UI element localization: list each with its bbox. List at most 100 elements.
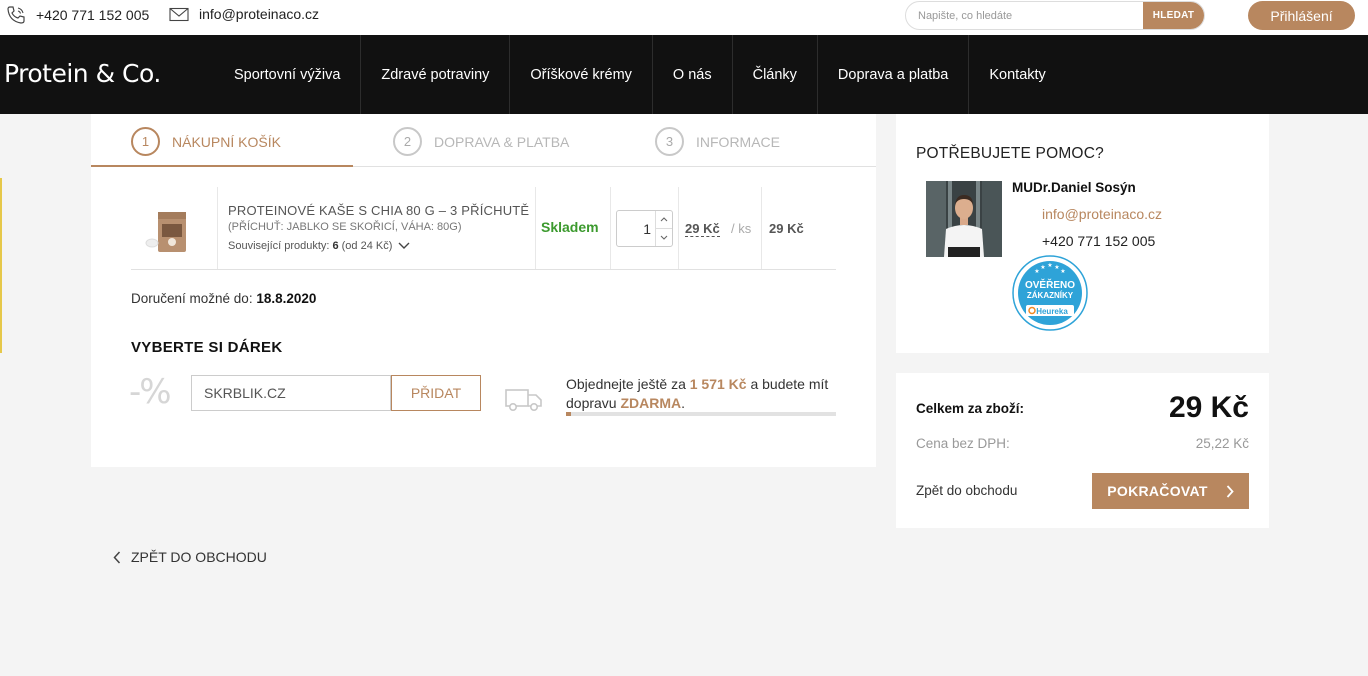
delivery-date: 18.8.2020 — [256, 291, 317, 306]
badge-line1: OVĚŘENO — [1025, 278, 1075, 291]
nav-item-sportovni-vyziva[interactable]: Sportovní výživa — [214, 35, 362, 114]
quantity-stepper — [616, 210, 673, 247]
free-shipping-message: Objednejte ještě za 1 571 Kč a budete mí… — [566, 375, 841, 413]
advisor-name: MUDr.Daniel Sosýn — [1012, 180, 1136, 195]
shipping-remaining-amount: 1 571 Kč — [689, 376, 747, 392]
chevron-down-icon — [398, 242, 410, 249]
order-summary-panel: Celkem za zboží: 29 Kč Cena bez DPH: 25,… — [896, 373, 1269, 528]
cart-item-row: PROTEINOVÉ KAŠE S CHIA 80 G – 3 PŘÍCHUTĚ… — [131, 187, 836, 270]
delivery-info: Doručení možné do: 18.8.2020 — [131, 291, 316, 306]
search-button[interactable]: HLEDAT — [1143, 2, 1204, 29]
related-from: (od 24 Kč) — [341, 240, 393, 252]
svg-text:★: ★ — [1054, 264, 1059, 271]
step-cart[interactable]: 1 NÁKUPNÍ KOŠÍK — [131, 127, 281, 156]
badge-brand: Heureka — [1036, 307, 1068, 316]
continue-button[interactable]: POKRAČOVAT — [1092, 473, 1249, 509]
step-label: INFORMACE — [696, 133, 780, 150]
product-variant: (PŘÍCHUŤ: JABLKO SE SKOŘICÍ, VÁHA: 80G) — [228, 221, 462, 233]
top-bar: +420 771 152 005 info@proteinaco.cz HLED… — [0, 0, 1368, 35]
side-accent-line — [0, 178, 2, 353]
quantity-input[interactable] — [617, 211, 655, 246]
active-step-underline — [91, 165, 353, 167]
nav-item-oriskove-kremy[interactable]: Oříškové krémy — [510, 35, 653, 114]
unit-price: 29 Kč — [685, 221, 720, 237]
nav-item-doprava-a-platba[interactable]: Doprava a platba — [818, 35, 970, 114]
phone-icon — [7, 6, 25, 24]
search-input[interactable] — [906, 2, 1143, 29]
chevron-down-icon — [660, 235, 668, 240]
login-button[interactable]: Přihlášení — [1248, 1, 1355, 30]
advisor-phone[interactable]: +420 771 152 005 — [1042, 233, 1155, 249]
cart-panel: 1 NÁKUPNÍ KOŠÍK 2 DOPRAVA & PLATBA 3 INF… — [91, 114, 876, 467]
per-unit-label: / ks — [731, 221, 752, 236]
main-navigation: Protein & Co. Sportovní výživa Zdravé po… — [0, 35, 1368, 114]
related-label: Související produkty: — [228, 240, 330, 252]
step-shipping-payment[interactable]: 2 DOPRAVA & PLATBA — [393, 127, 569, 156]
back-link-label: ZPĚT DO OBCHODU — [131, 549, 267, 565]
summary-vat-value: 25,22 Kč — [1195, 436, 1249, 451]
step-information[interactable]: 3 INFORMACE — [655, 127, 780, 156]
nav-item-o-nas[interactable]: O nás — [653, 35, 733, 114]
discount-percent-icon: -% — [129, 372, 172, 412]
free-shipping-progress-fill — [566, 412, 572, 416]
cell-divider — [217, 187, 218, 269]
svg-text:★: ★ — [1034, 268, 1039, 275]
step-label: NÁKUPNÍ KOŠÍK — [172, 133, 281, 150]
nav-menu: Sportovní výživa Zdravé potraviny Oříško… — [214, 35, 1066, 114]
truck-icon — [505, 389, 542, 412]
back-to-shop-bottom-link[interactable]: ZPĚT DO OBCHODU — [113, 549, 267, 565]
nav-item-clanky[interactable]: Články — [733, 35, 818, 114]
step-number: 3 — [655, 127, 684, 156]
cell-divider — [610, 187, 611, 269]
step-number: 1 — [131, 127, 160, 156]
checkout-steps: 1 NÁKUPNÍ KOŠÍK 2 DOPRAVA & PLATBA 3 INF… — [91, 114, 876, 167]
search-bar: HLEDAT — [905, 1, 1205, 30]
shipping-text-part: Objednejte ještě za — [566, 376, 686, 392]
step-label: DOPRAVA & PLATBA — [434, 133, 570, 150]
site-logo[interactable]: Protein & Co. — [4, 59, 161, 88]
topbar-phone-text: +420 771 152 005 — [36, 7, 150, 23]
add-coupon-button[interactable]: PŘIDAT — [391, 375, 481, 411]
cell-divider — [761, 187, 762, 269]
cell-divider — [678, 187, 679, 269]
help-panel: POTŘEBUJETE POMOC? MUDr.Daniel Sosýn inf… — [896, 114, 1269, 353]
chevron-right-icon — [1226, 484, 1234, 498]
back-to-shop-link[interactable]: Zpět do obchodu — [916, 483, 1017, 498]
help-title: POTŘEBUJETE POMOC? — [916, 145, 1104, 162]
topbar-phone[interactable]: +420 771 152 005 — [6, 6, 149, 24]
badge-line2: ZÁKAZNÍKY — [1027, 291, 1074, 300]
coupon-input[interactable] — [191, 375, 391, 411]
advisor-photo — [926, 181, 1002, 257]
quantity-arrows — [655, 211, 672, 246]
summary-total-label: Celkem za zboží: — [916, 401, 1025, 416]
topbar-email-text: info@proteinaco.cz — [199, 6, 320, 22]
shipping-text-part: . — [681, 395, 686, 411]
chevron-left-icon — [113, 550, 121, 564]
product-image[interactable] — [143, 207, 191, 255]
nav-item-kontakty[interactable]: Kontakty — [969, 35, 1065, 114]
shipping-free-label: ZDARMA — [620, 395, 682, 411]
item-total-price: 29 Kč — [769, 221, 804, 236]
product-name[interactable]: PROTEINOVÉ KAŠE S CHIA 80 G – 3 PŘÍCHUTĚ — [228, 203, 529, 218]
gift-title: VYBERTE SI DÁREK — [131, 339, 283, 356]
summary-vat-label: Cena bez DPH: — [916, 436, 1010, 451]
related-products-toggle[interactable]: Související produkty: 6 (od 24 Kč) — [228, 240, 410, 252]
chevron-up-icon — [660, 217, 668, 222]
step-number: 2 — [393, 127, 422, 156]
free-shipping-progress — [566, 412, 836, 416]
topbar-email[interactable]: info@proteinaco.cz — [169, 6, 319, 22]
svg-text:★: ★ — [1040, 264, 1045, 271]
stock-status: Skladem — [541, 219, 599, 235]
envelope-icon — [169, 7, 189, 21]
quantity-decrease-button[interactable] — [656, 229, 672, 246]
advisor-email-link[interactable]: info@proteinaco.cz — [1042, 206, 1162, 222]
quantity-increase-button[interactable] — [656, 211, 672, 229]
cell-divider — [535, 187, 536, 269]
summary-total-value: 29 Kč — [1168, 391, 1249, 424]
delivery-label: Doručení možné do: — [131, 291, 253, 306]
svg-text:★: ★ — [1060, 268, 1065, 275]
nav-item-zdrave-potraviny[interactable]: Zdravé potraviny — [361, 35, 511, 114]
svg-text:★: ★ — [1047, 262, 1052, 269]
heureka-verified-badge[interactable]: ★ ★ ★ ★ ★ OVĚŘENO ZÁKAZNÍKY Heureka — [1012, 255, 1088, 331]
related-count: 6 — [332, 240, 339, 252]
